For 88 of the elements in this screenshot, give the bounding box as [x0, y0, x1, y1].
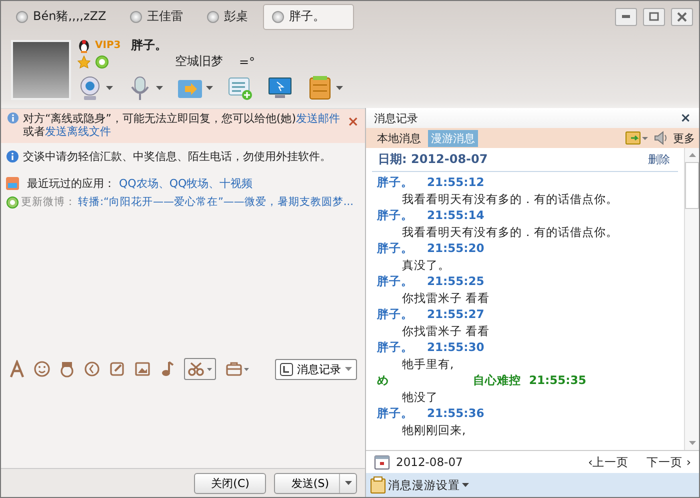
font-icon[interactable]	[9, 360, 25, 378]
close-button[interactable]: ×	[347, 114, 359, 130]
message-list-icon[interactable]	[227, 75, 253, 101]
scrollbar[interactable]	[684, 148, 699, 450]
smiley-icon[interactable]	[34, 360, 50, 378]
maximize-button[interactable]	[643, 8, 665, 26]
sender-name: 胖子。	[377, 240, 413, 256]
contact-name: 胖子。	[130, 37, 167, 54]
scrollbar-thumb[interactable]	[685, 162, 699, 209]
message-text: 我看看明天有没有多的．有的话借点你。	[401, 190, 619, 207]
send-button[interactable]: 发送(S)	[274, 472, 357, 494]
message-time: 21:55:27	[427, 307, 484, 322]
info-icon	[7, 112, 19, 124]
sender-name: 自心难控	[473, 372, 521, 388]
dropdown-caret-icon[interactable]	[206, 86, 213, 90]
vip-label: VIP3	[95, 40, 121, 51]
star-icon	[77, 54, 91, 68]
close-button[interactable]	[671, 8, 693, 26]
dropdown-caret-icon	[345, 367, 352, 371]
panel-title: 消息记录	[374, 110, 418, 126]
warning-text: 交谈中请勿轻信汇款、中奖信息、陌生电话，勿使用外挂软件。	[23, 149, 331, 164]
notice-text: 对方“离线或隐身”，可能无法立即回复，您可以给他(她)发送邮件 或者发送离线文件	[23, 112, 341, 138]
message-time: 21:55:30	[427, 340, 484, 354]
message-time: 21:55:14	[427, 208, 484, 222]
dropdown-caret-icon[interactable]	[156, 86, 163, 90]
briefcase-icon[interactable]	[225, 361, 251, 377]
apps-links[interactable]: QQ农场、QQ牧场、十视频	[119, 176, 253, 191]
chat-tab[interactable]: Bén豬,,,,zZZ	[7, 4, 116, 30]
date-heading: 日期: 2012-08-07	[378, 151, 488, 168]
history-tab[interactable]: 本地消息	[374, 130, 424, 146]
weibo-label: 更新微博：	[21, 195, 76, 209]
mood-text: =°	[239, 54, 256, 68]
message-text: 牠没了	[401, 388, 439, 405]
minimize-icon	[622, 15, 630, 18]
music-note-icon[interactable]	[159, 360, 175, 378]
minimize-button[interactable]	[615, 8, 637, 26]
message-time: 21:55:20	[427, 241, 484, 256]
message-text: 你找雷米子 看看	[401, 290, 491, 306]
message-text: 真没了。	[401, 256, 451, 273]
date-text: 2012-08-07	[396, 455, 463, 469]
message-time: 21:55:36	[427, 406, 484, 420]
info-icon	[6, 150, 19, 163]
previous-page-link[interactable]: ‹上一页	[588, 454, 629, 470]
send-offline-file-link[interactable]: 发送离线文件	[45, 125, 111, 138]
chat-tab[interactable]: 王佳雷	[121, 4, 192, 30]
weibo-icon	[6, 196, 19, 208]
calendar-icon[interactable]	[374, 454, 390, 470]
message-text: 我看看明天有没有多的．有的话借点你。	[401, 224, 619, 240]
monitor-icon[interactable]	[267, 75, 293, 101]
close-button[interactable]: ×	[680, 110, 691, 126]
penguin-icon	[77, 38, 91, 52]
export-icon[interactable]	[625, 130, 649, 146]
message-history-button[interactable]: 消息记录	[275, 358, 357, 380]
close-chat-button[interactable]: 关闭(C)	[194, 472, 266, 494]
more-link[interactable]: 更多	[673, 130, 695, 146]
sender-name: 胖子。	[377, 174, 413, 190]
sender-name: 胖子。	[377, 406, 413, 421]
clipboard-icon	[370, 476, 386, 494]
screenshot-button[interactable]	[184, 358, 216, 380]
edit-icon[interactable]	[109, 360, 125, 378]
speaker-icon[interactable]	[653, 130, 669, 146]
drawer-icon[interactable]	[307, 75, 333, 101]
sender-name: 胖子。	[377, 208, 413, 223]
dropdown-caret-icon[interactable]	[339, 474, 352, 492]
message-text: 牠刚刚回来,	[401, 422, 467, 438]
apps-label: 最近玩过的应用：	[27, 176, 115, 191]
sender-name: 胖子。	[377, 306, 413, 322]
image-icon[interactable]	[134, 360, 150, 378]
sender-name: 胖子。	[377, 274, 413, 289]
send-mail-link[interactable]: 发送邮件	[296, 112, 340, 125]
message-time: 21:55:35	[529, 373, 586, 388]
weibo-link[interactable]: 转播:“向阳花开——爱心常在”——微爱，暑期支教圆梦...	[78, 195, 354, 209]
dropdown-caret-icon	[462, 483, 469, 487]
chat-tab[interactable]: 胖子。	[263, 4, 354, 30]
message-time: 21:55:25	[427, 274, 484, 288]
dropdown-caret-icon[interactable]	[106, 86, 113, 90]
message-text: 你找雷米子 看看	[401, 322, 491, 339]
message-time: 21:55:12	[427, 175, 484, 190]
delete-link[interactable]: 删除	[648, 152, 670, 167]
sender-name: め	[377, 372, 389, 388]
chat-tab[interactable]: 彭桌	[198, 4, 258, 30]
dropdown-caret-icon[interactable]	[336, 86, 343, 90]
app-icon	[6, 177, 19, 190]
signature-text: 空城旧梦	[175, 53, 223, 70]
next-page-link[interactable]: 下一页 ›	[646, 454, 691, 470]
sender-name: 胖子。	[377, 340, 413, 355]
avatar-photo-placeholder	[11, 40, 71, 100]
message-text: 牠手里有,	[401, 356, 455, 372]
